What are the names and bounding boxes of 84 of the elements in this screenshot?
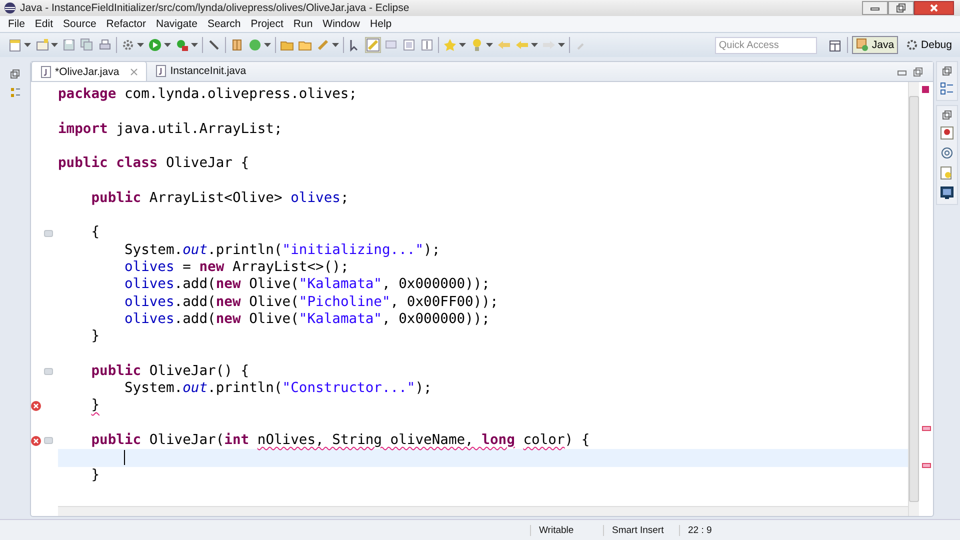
code-line: System.out.println("initializing..."); <box>123 242 440 258</box>
close-icon <box>929 3 939 13</box>
restore-icon[interactable] <box>942 110 952 120</box>
dropdown-arrow-icon[interactable] <box>332 43 339 47</box>
dropdown-arrow-icon[interactable] <box>486 43 493 47</box>
code-line: public class OliveJar { <box>58 155 250 172</box>
dropdown-arrow-icon[interactable] <box>459 43 466 47</box>
restore-icon <box>896 3 906 13</box>
outline-icon[interactable] <box>9 86 21 100</box>
code-line: { <box>90 224 100 240</box>
restore-button[interactable] <box>888 1 914 15</box>
menu-item[interactable]: File <box>3 18 30 30</box>
dropdown-arrow-icon[interactable] <box>51 43 58 47</box>
dropdown-arrow-icon[interactable] <box>137 43 144 47</box>
minimize-button[interactable] <box>862 1 888 15</box>
code-line: olives = new ArrayList<>(); <box>123 258 349 275</box>
eclipse-logo-icon <box>4 2 16 14</box>
window-title: Java - InstanceFieldInitializer/src/com/lynda/olivepress/olives/OliveJar.java - Eclipse <box>20 2 410 14</box>
menu-item[interactable]: Search <box>202 18 246 30</box>
menu-item[interactable]: Window <box>318 18 366 30</box>
package-explorer-icon[interactable] <box>940 82 954 96</box>
dropdown-arrow-icon[interactable] <box>164 43 171 47</box>
gear-icon[interactable] <box>121 38 135 52</box>
code-line: import java.util.ArrayList; <box>58 120 282 137</box>
code-line: } <box>90 466 100 483</box>
menu-item[interactable]: Navigate <box>150 18 202 30</box>
menu-item[interactable]: Refactor <box>101 18 151 30</box>
restore-icon[interactable] <box>942 66 952 76</box>
error-marker <box>922 463 931 468</box>
minimize-icon[interactable] <box>897 69 907 77</box>
save-all-icon[interactable] <box>80 38 94 52</box>
star-icon[interactable] <box>443 38 457 52</box>
horizontal-scrollbar[interactable] <box>58 506 908 516</box>
restore-icon[interactable] <box>10 69 20 79</box>
maximize-icon[interactable] <box>913 67 923 77</box>
new-folder-icon[interactable] <box>35 38 49 52</box>
save-icon[interactable] <box>62 38 76 52</box>
menu-item[interactable]: Source <box>58 18 102 30</box>
close-button[interactable] <box>914 1 954 15</box>
insert-mode: Smart Insert <box>603 524 679 536</box>
run-icon[interactable] <box>148 38 162 52</box>
vertical-scrollbar[interactable] <box>908 82 919 516</box>
code-line: olives.add(new Olive("Picholine", 0x00FF00)); <box>123 294 498 310</box>
dropdown-arrow-icon[interactable] <box>558 43 565 47</box>
code-line: public OliveJar(int nOlives, String oliveName, long color) { <box>90 432 590 448</box>
code-line: package com.lynda.olivepress.olives; <box>58 86 358 102</box>
package-icon <box>856 38 870 52</box>
menu-item[interactable]: Edit <box>30 18 58 30</box>
menu-item[interactable]: Project <box>246 18 288 30</box>
package-icon[interactable] <box>230 38 244 52</box>
code-line: System.out.println("Constructor..."); <box>123 380 432 396</box>
java-file-icon <box>155 64 168 76</box>
menu-item[interactable]: Run <box>288 18 318 30</box>
code-line: } <box>90 328 100 344</box>
cursor-position: 22 : 9 <box>679 524 724 536</box>
editor-tab[interactable]: InstanceInit.java <box>147 61 254 80</box>
code-line: olives.add(new Olive("Kalamata", 0x000000)); <box>123 310 490 327</box>
status-mode: Writable <box>530 524 603 536</box>
code-line: public ArrayList<Olive> olives; <box>90 190 349 206</box>
dropdown-arrow-icon[interactable] <box>24 43 31 47</box>
close-icon[interactable] <box>130 68 138 76</box>
highlighter-icon[interactable] <box>366 38 380 52</box>
new-file-icon[interactable] <box>8 38 22 52</box>
quick-access-field[interactable]: Quick Access <box>714 36 817 54</box>
block-icon[interactable] <box>402 38 416 52</box>
gear-icon <box>905 38 920 52</box>
minimize-icon <box>870 5 880 11</box>
dropdown-arrow-icon[interactable] <box>191 43 198 47</box>
dropdown-arrow-icon[interactable] <box>531 43 538 47</box>
error-marker <box>922 426 931 431</box>
menu-item[interactable]: Help <box>365 18 397 30</box>
print-icon[interactable] <box>98 38 112 52</box>
console-icon[interactable] <box>940 186 954 200</box>
java-file-icon <box>40 66 52 78</box>
code-line: olives.add(new Olive("Kalamata", 0x000000)); <box>123 276 490 292</box>
code-line: } <box>90 397 100 414</box>
code-line: public OliveJar() { <box>90 362 250 379</box>
dropdown-arrow-icon[interactable] <box>264 43 271 47</box>
text-cursor <box>124 450 125 465</box>
perspective-button[interactable]: Java <box>852 36 898 54</box>
open-perspective-icon[interactable] <box>828 38 843 52</box>
error-summary-icon <box>922 86 929 93</box>
editor-tab[interactable]: *OliveJar.java <box>31 61 148 81</box>
perspective-button[interactable]: Debug <box>901 36 956 54</box>
